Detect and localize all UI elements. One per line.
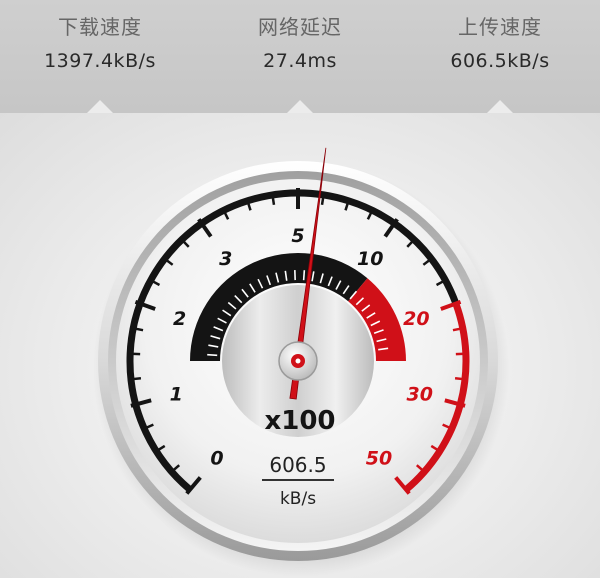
scale-minor-tick <box>271 195 276 206</box>
gauge-multiplier: x100 <box>264 406 335 436</box>
scale-tick-label: 50 <box>366 448 392 470</box>
scale-minor-tick <box>131 376 142 381</box>
scale-tick-label: 20 <box>403 308 429 330</box>
gauge-reading-value: 606.5 <box>269 453 326 477</box>
download-speed-value: 1397.4kB/s <box>44 50 156 72</box>
download-speed-label: 下载速度 <box>58 15 142 39</box>
upload-speed-label: 上传速度 <box>458 15 542 39</box>
caret-pointer <box>87 100 113 113</box>
scale-minor-tick <box>452 327 463 332</box>
scale-tick-label: 0 <box>210 448 223 470</box>
scale-minor-tick <box>454 376 465 381</box>
inner-ring-tick <box>302 270 306 281</box>
scale-minor-tick <box>133 327 144 332</box>
caret-pointer <box>287 100 313 113</box>
scale-minor-tick <box>320 195 325 206</box>
latency-label: 网络延迟 <box>258 15 342 39</box>
scale-tick-label: 1 <box>170 384 183 406</box>
caret-pointer <box>487 100 513 113</box>
needle-hub-center <box>295 358 301 364</box>
latency-value: 27.4ms <box>263 50 337 72</box>
scale-tick-label: 2 <box>173 308 186 330</box>
latency-stat: 网络延迟 27.4ms <box>200 0 400 100</box>
upload-speed-value: 606.5kB/s <box>450 50 550 72</box>
scale-tick-label: 3 <box>219 248 232 270</box>
inner-ring-tick <box>207 353 218 357</box>
download-speed-stat: 下载速度 1397.4kB/s <box>0 0 200 100</box>
gauge-panel: 0 1 2 3 5 10 20 30 50 x100 606.5 kB/s <box>0 113 600 578</box>
scale-tick-label: 10 <box>357 248 383 270</box>
scale-tick-label: 30 <box>406 384 432 406</box>
upload-speed-stat: 上传速度 606.5kB/s <box>400 0 600 100</box>
speedometer-gauge: 0 1 2 3 5 10 20 30 50 x100 606.5 kB/s <box>93 147 509 577</box>
scale-tick-label: 5 <box>291 225 304 247</box>
gauge-reading-unit: kB/s <box>280 489 316 509</box>
stats-bar: 下载速度 1397.4kB/s 网络延迟 27.4ms 上传速度 606.5kB… <box>0 0 600 113</box>
